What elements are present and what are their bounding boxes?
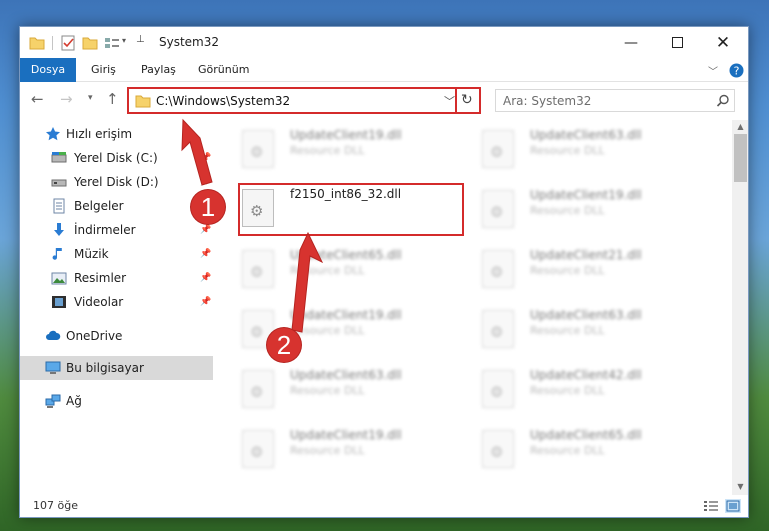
dll-file-icon: ⚙ — [482, 190, 514, 228]
pin-icon: 📌 — [200, 273, 212, 283]
computer-icon — [45, 361, 61, 374]
pin-icon: 📌 — [200, 297, 212, 307]
dll-file-icon: ⚙ — [242, 430, 274, 468]
file-tile[interactable]: ⚙ UpdateClient42.dll Resource DLL — [482, 368, 712, 416]
file-tile[interactable]: ⚙ UpdateClient19.dll Resource DLL — [242, 428, 472, 476]
details-view-icon[interactable] — [703, 499, 719, 513]
dll-file-icon: ⚙ — [242, 370, 274, 408]
file-tile[interactable]: ⚙ UpdateClient65.dll Resource DLL — [242, 248, 472, 296]
music-icon — [52, 248, 62, 260]
navigation-pane: Hızlı erişim Yerel Disk (C:) 📌 Yerel Dis… — [20, 120, 213, 495]
scroll-down-icon[interactable]: ▼ — [732, 482, 748, 491]
tiles-view-icon[interactable] — [725, 499, 741, 513]
step-1-badge: 1 — [191, 190, 225, 224]
file-highlight-box — [238, 183, 464, 236]
network-icon — [45, 394, 61, 408]
item-count: 107 öğe — [33, 499, 78, 512]
file-tile[interactable]: ⚙ UpdateClient63.dll Resource DLL — [242, 368, 472, 416]
svg-text:?: ? — [734, 65, 740, 78]
pin-icon: 📌 — [200, 249, 212, 259]
tab-home[interactable]: Giriş — [82, 58, 125, 82]
tab-file[interactable]: Dosya — [20, 58, 76, 82]
sidebar-item-this-pc[interactable]: Bu bilgisayar — [20, 356, 213, 380]
expand-ribbon-icon[interactable]: ﹀ — [708, 63, 718, 78]
file-tile[interactable]: ⚙ UpdateClient65.dll Resource DLL — [482, 428, 712, 476]
tab-share[interactable]: Paylaş — [132, 58, 185, 82]
star-icon — [46, 127, 60, 141]
address-dropdown-icon[interactable]: ﹀ — [444, 93, 455, 109]
sidebar-item-pictures[interactable]: Resimler 📌 — [20, 266, 213, 290]
recent-locations-icon[interactable]: ▾ — [88, 93, 93, 103]
scrollbar-thumb[interactable] — [734, 134, 747, 182]
navigation-bar: ← → ▾ ↑ C:\Windows\System32 ﹀ ↻ Ara: Sys… — [20, 83, 748, 117]
dll-file-icon: ⚙ — [482, 250, 514, 288]
cloud-icon — [46, 330, 61, 340]
sidebar-item-onedrive[interactable]: OneDrive — [20, 324, 213, 348]
customize-toolbar-icon[interactable]: ▾ — [122, 36, 126, 52]
sidebar-item-drive-c[interactable]: Yerel Disk (C:) 📌 — [20, 146, 213, 170]
file-tile[interactable]: ⚙ UpdateClient21.dll Resource DLL — [482, 248, 712, 296]
explorer-window: ▾ ⊥ System32 — ✕ Dosya Giriş Paylaş Görü… — [19, 26, 749, 518]
file-tile[interactable]: ⚙ UpdateClient19.dll Resource DLL — [242, 128, 472, 176]
folder-icon — [135, 95, 151, 108]
file-list: ⚙ UpdateClient19.dll Resource DLL ⚙ f2150_i… — [216, 120, 732, 495]
sidebar-item-network[interactable]: Ağ — [20, 389, 213, 413]
refresh-button[interactable]: ↻ — [455, 87, 481, 114]
maximize-button[interactable] — [654, 27, 700, 58]
properties-icon[interactable] — [60, 35, 76, 51]
download-icon — [54, 223, 64, 236]
search-placeholder: Ara: System32 — [503, 94, 592, 108]
dll-file-icon: ⚙ — [482, 370, 514, 408]
up-arrow-icon[interactable]: ↑ — [106, 90, 119, 108]
dll-file-icon: ⚙ — [242, 250, 274, 288]
search-icon — [716, 94, 729, 107]
drive-icon — [51, 152, 67, 163]
view-options-icon[interactable] — [104, 35, 120, 51]
ribbon-tabs: Dosya Giriş Paylaş Görünüm ﹀ ? — [20, 58, 748, 82]
title-bar: ▾ ⊥ System32 — ✕ — [20, 27, 748, 58]
search-input[interactable]: Ara: System32 — [495, 89, 735, 112]
sidebar-item-quick-access[interactable]: Hızlı erişim — [20, 122, 213, 146]
picture-icon — [51, 272, 67, 285]
file-tile[interactable]: ⚙ UpdateClient63.dll Resource DLL — [482, 308, 712, 356]
sidebar-item-documents[interactable]: Belgeler 📌 — [20, 194, 213, 218]
sidebar-item-downloads[interactable]: İndirmeler 📌 — [20, 218, 213, 242]
minimize-button[interactable]: — — [608, 27, 654, 58]
dll-file-icon: ⚙ — [482, 130, 514, 168]
vertical-scrollbar[interactable]: ▲ ▼ — [732, 120, 748, 495]
new-folder-icon[interactable] — [82, 35, 98, 51]
step-2-badge: 2 — [267, 328, 301, 362]
status-bar: 107 öğe — [20, 495, 748, 517]
pin-icon: 📌 — [200, 153, 212, 163]
dll-file-icon: ⚙ — [482, 430, 514, 468]
help-icon[interactable]: ? — [729, 63, 744, 78]
file-tile[interactable]: ⚙ UpdateClient19.dll Resource DLL — [482, 188, 712, 236]
address-bar[interactable]: C:\Windows\System32 ﹀ — [127, 87, 481, 114]
forward-arrow-icon[interactable]: → — [60, 90, 73, 108]
refresh-icon: ↻ — [461, 92, 473, 108]
video-icon — [52, 296, 66, 308]
sidebar-item-drive-d[interactable]: Yerel Disk (D:) 📌 — [20, 170, 213, 194]
sidebar-item-music[interactable]: Müzik 📌 — [20, 242, 213, 266]
address-path: C:\Windows\System32 — [156, 94, 291, 108]
tab-view[interactable]: Görünüm — [189, 58, 258, 82]
document-icon — [53, 198, 65, 214]
sidebar-item-videos[interactable]: Videolar 📌 — [20, 290, 213, 314]
file-tile[interactable]: ⚙ UpdateClient63.dll Resource DLL — [482, 128, 712, 176]
back-arrow-icon[interactable]: ← — [31, 90, 44, 108]
dll-file-icon: ⚙ — [242, 130, 274, 168]
folder-icon — [29, 37, 45, 50]
drive-icon — [51, 179, 67, 187]
close-button[interactable]: ✕ — [700, 27, 746, 58]
scroll-up-icon[interactable]: ▲ — [732, 122, 748, 131]
dll-file-icon: ⚙ — [482, 310, 514, 348]
window-title: System32 — [159, 35, 220, 49]
pin-toolbar-icon[interactable]: ⊥ — [136, 34, 145, 50]
